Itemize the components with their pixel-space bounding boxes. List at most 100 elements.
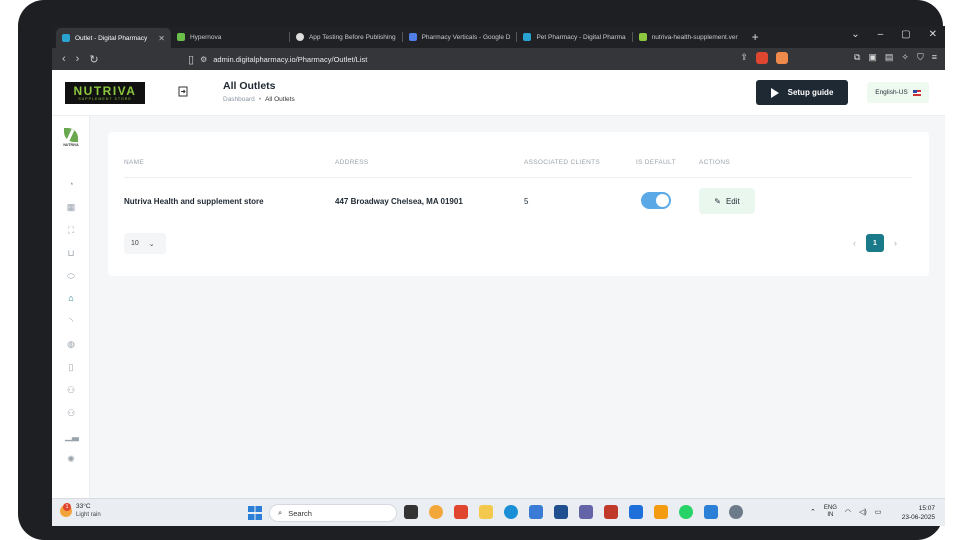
- close-icon[interactable]: ✕: [158, 34, 165, 43]
- wifi-icon[interactable]: ◠: [845, 508, 851, 516]
- per-page-value: 10: [131, 240, 139, 247]
- sidebar-logo[interactable]: NUTRIVA: [59, 128, 83, 147]
- wallet-icon[interactable]: ▤: [885, 52, 894, 64]
- page-button[interactable]: 1: [866, 234, 884, 252]
- back-icon[interactable]: ‹: [62, 53, 66, 65]
- sidebar-item-users[interactable]: ⚇: [65, 384, 77, 396]
- sidebar-item-outlets[interactable]: ⌂: [65, 292, 77, 304]
- task-view-icon[interactable]: [404, 505, 418, 519]
- setup-guide-button[interactable]: Setup guide: [756, 80, 848, 105]
- language-label: English-US: [875, 89, 908, 96]
- app-icon[interactable]: [604, 505, 618, 519]
- vpn-icon[interactable]: ⛉: [917, 52, 924, 64]
- tab-title: Hypernova: [189, 33, 222, 41]
- browser-toolbar-icons: ⇪ ⧉ ▣ ▤ ✧ ⛉ ≡: [740, 52, 937, 64]
- sidebar-item-feed[interactable]: ◝: [65, 315, 77, 327]
- maximize-icon[interactable]: ▢: [901, 29, 910, 40]
- prev-page-icon[interactable]: ‹: [853, 238, 856, 248]
- tab-pet-pharmacy[interactable]: Pet Pharmacy - Digital Pharma: [517, 28, 631, 46]
- tab-outlet[interactable]: Outlet - Digital Pharmacy ✕: [56, 28, 171, 48]
- copilot-icon[interactable]: [429, 505, 443, 519]
- whatsapp-icon[interactable]: [679, 505, 693, 519]
- vlc-icon[interactable]: [654, 505, 668, 519]
- tab-favicon-icon: [523, 33, 532, 41]
- file-explorer-icon[interactable]: [479, 505, 493, 519]
- browser-tab-bar: Outlet - Digital Pharmacy ✕ Hypernova Ap…: [52, 26, 945, 48]
- users-icon: ⚇: [66, 385, 76, 395]
- sidebar: NUTRIVA ◔ ▦ ⛶ ⊔ ⬭ ⌂ ◝ ◍ ▯ ⚇ ⚇ ▁▃ ✺: [52, 116, 90, 498]
- system-tray: ⌃ ENG IN ◠ ◁) ▭: [810, 505, 881, 519]
- chevron-down-icon: ⌄: [148, 240, 155, 248]
- weather-badge: 1: [63, 503, 71, 511]
- menu-icon[interactable]: ≡: [932, 52, 937, 64]
- teams-icon[interactable]: [579, 505, 593, 519]
- edit-label: Edit: [725, 196, 740, 206]
- language-selector[interactable]: English-US: [867, 82, 929, 103]
- battery-icon[interactable]: ▭: [875, 508, 882, 516]
- share-icon[interactable]: ⇪: [740, 52, 748, 64]
- input-language[interactable]: ENG IN: [824, 505, 837, 519]
- default-toggle[interactable]: [641, 192, 671, 209]
- reload-icon[interactable]: ↻: [89, 53, 98, 66]
- tab-nutriva-site[interactable]: nutriva-health-supplement.ver: [633, 28, 744, 46]
- breadcrumb-dashboard[interactable]: Dashboard: [223, 96, 255, 103]
- brand-subtitle: SUPPLEMENT STORE: [78, 96, 132, 101]
- bookmark-icon[interactable]: ▯: [188, 53, 194, 66]
- chevron-down-icon[interactable]: ⌄: [851, 29, 859, 40]
- sidebar-item-settings[interactable]: ✺: [65, 453, 77, 465]
- weather-widget[interactable]: 1 33°C Light rain: [60, 503, 101, 519]
- sidebar-item-dashboard[interactable]: ◔: [65, 178, 77, 190]
- sidebar-item-clipboard[interactable]: ▯: [65, 361, 77, 373]
- sidebar-item-scan[interactable]: ⛶: [65, 224, 77, 236]
- app-icon[interactable]: [529, 505, 543, 519]
- tab-hypernova[interactable]: Hypernova: [171, 28, 289, 46]
- search-placeholder: Search: [288, 508, 312, 518]
- new-tab-icon[interactable]: +: [752, 30, 759, 44]
- leo-icon[interactable]: ✧: [901, 52, 909, 64]
- forward-icon[interactable]: ›: [76, 53, 80, 65]
- tab-pharmacy-verticals[interactable]: Pharmacy Verticals - Google D: [403, 28, 517, 46]
- minimize-icon[interactable]: –: [878, 29, 884, 40]
- volume-icon[interactable]: ◁): [859, 508, 867, 516]
- brave-shield-icon[interactable]: [755, 52, 768, 64]
- lang-bottom: IN: [827, 512, 834, 518]
- sidebar-item-grid[interactable]: ▦: [65, 201, 77, 213]
- chevron-up-icon[interactable]: ⌃: [810, 508, 816, 516]
- collapse-sidebar-icon[interactable]: [178, 86, 192, 100]
- vscode-icon[interactable]: [629, 505, 643, 519]
- edit-button[interactable]: ✎ Edit: [699, 188, 755, 214]
- brand-logo[interactable]: NUTRIVA SUPPLEMENT STORE: [65, 82, 145, 104]
- sidebar-item-customers[interactable]: ⚇: [65, 407, 77, 419]
- windows-start-icon[interactable]: [248, 506, 262, 520]
- per-page-select[interactable]: 10 ⌄: [124, 233, 166, 254]
- sidebar-icon[interactable]: ▣: [868, 52, 877, 64]
- sidebar-item-pill[interactable]: ⬭: [65, 270, 77, 282]
- grid-icon: ▦: [66, 202, 76, 212]
- app-icon[interactable]: [554, 505, 568, 519]
- rewards-icon[interactable]: [775, 52, 788, 64]
- tab-title: App Testing Before Publishing: [308, 33, 396, 41]
- brave-browser-icon[interactable]: [454, 505, 468, 519]
- url-field[interactable]: ▯ ⚙ admin.digitalpharmacy.io/Pharmacy/Ou…: [188, 51, 692, 67]
- settings-app-icon[interactable]: [729, 505, 743, 519]
- edge-icon[interactable]: [504, 505, 518, 519]
- extensions-icon[interactable]: ⧉: [854, 52, 860, 64]
- clock[interactable]: 15:07 23-06-2025: [902, 504, 935, 522]
- sidebar-item-globe[interactable]: ◍: [65, 338, 77, 350]
- outlet-clients: 5: [524, 197, 529, 206]
- sidebar-item-cart[interactable]: ⊔: [65, 247, 77, 259]
- chart-icon: ▁▃: [65, 431, 79, 441]
- leaf-logo-icon: [64, 128, 78, 142]
- close-window-icon[interactable]: ✕: [929, 29, 937, 40]
- next-page-icon[interactable]: ›: [894, 238, 897, 248]
- us-flag-icon: [912, 89, 921, 96]
- tab-app-testing[interactable]: App Testing Before Publishing: [290, 28, 402, 46]
- breadcrumb: Dashboard • All Outlets: [223, 96, 295, 103]
- pinned-apps: [404, 505, 743, 519]
- site-settings-icon[interactable]: ⚙: [200, 55, 207, 64]
- sidebar-item-reports[interactable]: ▁▃: [65, 430, 79, 442]
- globe-icon: ◍: [67, 339, 75, 349]
- tab-favicon-icon: [295, 33, 304, 41]
- taskbar-search[interactable]: ⌕ Search: [269, 504, 397, 522]
- photos-icon[interactable]: [704, 505, 718, 519]
